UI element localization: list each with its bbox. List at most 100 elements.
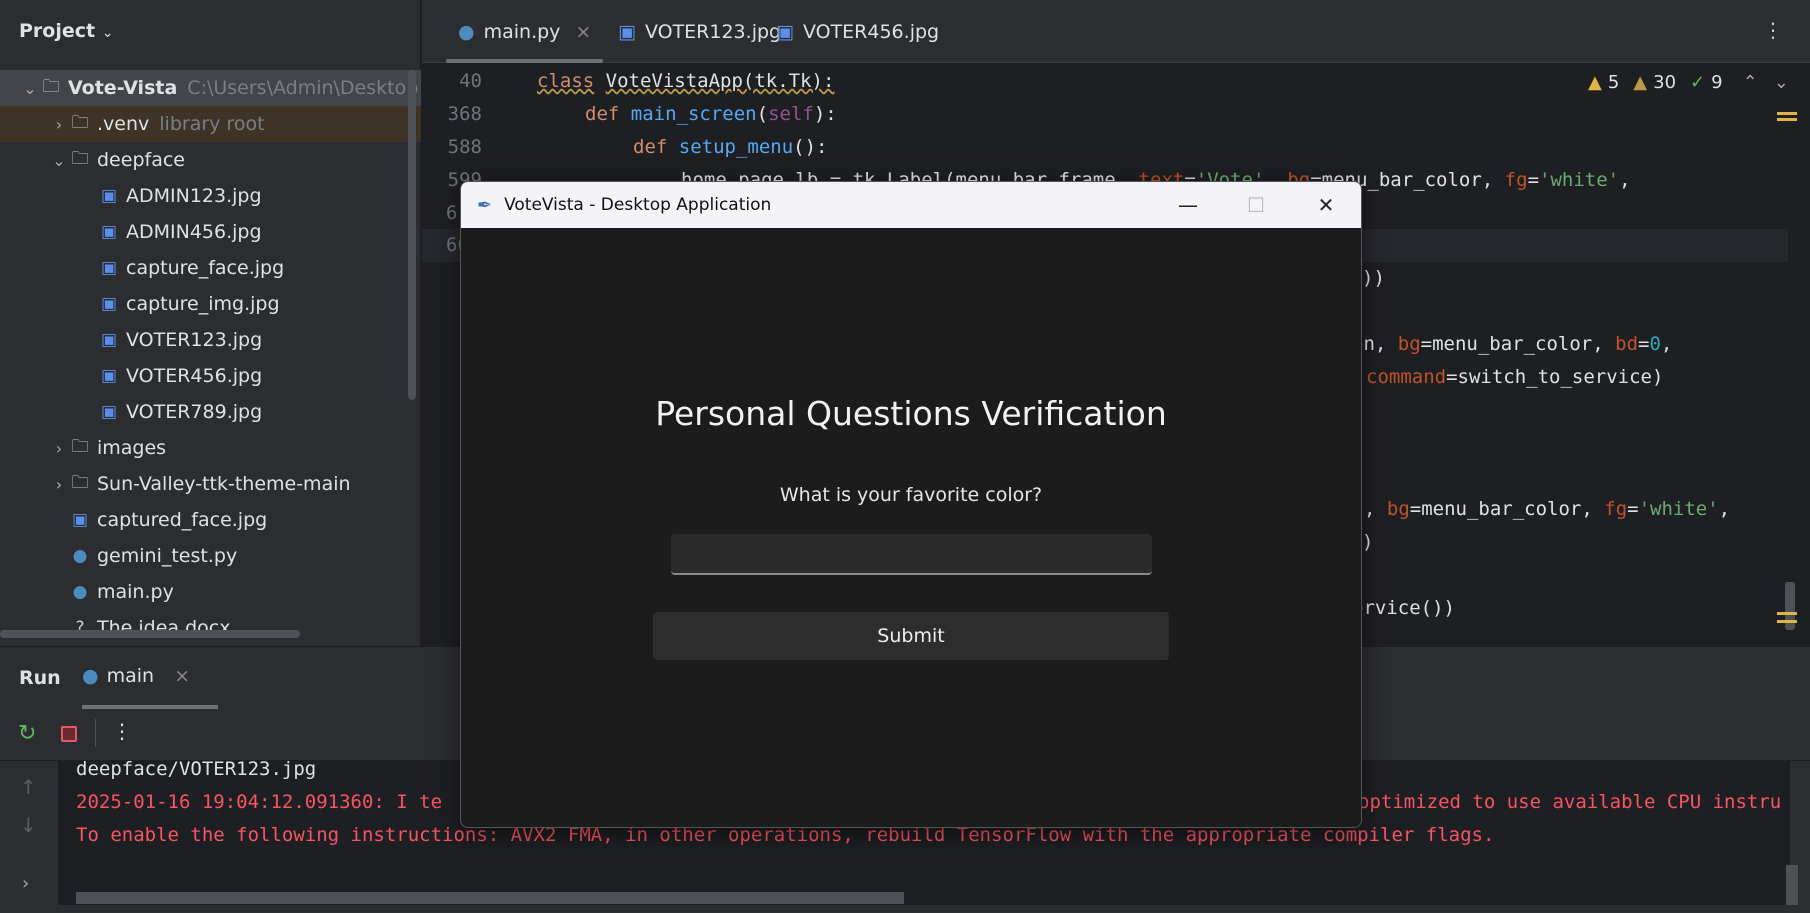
window-titlebar[interactable]: ✒ VoteVista - Desktop Application — ☐ ✕: [461, 182, 1361, 228]
run-tab-main[interactable]: ● main ×: [82, 647, 218, 709]
code-token: (: [756, 103, 769, 125]
tree-item[interactable]: ⌄ 🗀 Vote-Vista C:\Users\Admin\Desktop: [0, 70, 421, 106]
close-button[interactable]: ✕: [1291, 182, 1361, 228]
code-token: self: [768, 103, 814, 125]
weak-warning-icon: ▲: [1633, 72, 1648, 93]
code-fragment[interactable]: command=switch_to_service): [1366, 361, 1663, 394]
tree-item-hint: C:\Users\Admin\Desktop: [187, 77, 419, 99]
code-token: def: [633, 136, 668, 158]
chevron-down-icon[interactable]: ⌄: [49, 151, 69, 170]
chevron-right-icon[interactable]: ›: [49, 439, 69, 458]
console-line: optimized to use available CPU instru: [1358, 791, 1782, 813]
line-number: 40: [459, 70, 482, 92]
code-token: ,: [1718, 498, 1731, 520]
code-fragment[interactable]: , bg=menu_bar_color, fg='white',: [1364, 493, 1730, 526]
code-token: 0: [1649, 333, 1661, 355]
chevron-down-icon[interactable]: ⌄: [1774, 72, 1789, 93]
page-heading: Personal Questions Verification: [655, 394, 1167, 433]
line-number: 588: [447, 136, 482, 158]
image-icon: ▣: [71, 510, 89, 530]
minimize-button[interactable]: —: [1153, 182, 1223, 228]
tree-item-label: Sun-Valley-ttk-theme-main: [97, 473, 351, 495]
project-panel-title[interactable]: Project ⌄: [19, 20, 113, 42]
tree-item-label: ADMIN123.jpg: [126, 185, 262, 207]
arrow-down-icon[interactable]: ↓: [20, 813, 37, 837]
tree-item[interactable]: ▣ capture_face.jpg: [0, 250, 421, 286]
tree-item[interactable]: ▣ captured_face.jpg: [0, 502, 421, 538]
tree-item[interactable]: › 🗀 Sun-Valley-ttk-theme-main: [0, 466, 421, 502]
tree-item-label: Vote-Vista: [68, 77, 178, 99]
error-stripe-marker[interactable]: [1777, 112, 1797, 115]
code-line[interactable]: class VoteVistaApp(tk.Tk):: [537, 65, 834, 98]
tree-item[interactable]: › 🗀 .venv library root: [0, 106, 421, 142]
code-line[interactable]: def setup_menu():: [633, 131, 828, 164]
chevron-up-icon[interactable]: ⌃: [1743, 72, 1758, 93]
rerun-icon[interactable]: ↻: [18, 721, 36, 746]
code-fragment[interactable]: )): [1362, 262, 1385, 295]
code-token: bg: [1386, 498, 1410, 520]
tree-item[interactable]: ● gemini_test.py: [0, 538, 421, 574]
inspections-widget[interactable]: ▲ 5 ▲ 30 ✓ 9 ⌃ ⌄: [1588, 72, 1789, 93]
code-token: =: [1527, 169, 1540, 191]
code-line[interactable]: def main_screen(self):: [585, 98, 837, 131]
code-token: =menu_bar_color,: [1409, 498, 1605, 520]
tree-item[interactable]: ● main.py: [0, 574, 421, 610]
code-token: bg: [1397, 333, 1421, 355]
code-token: =menu_bar_color,: [1420, 333, 1616, 355]
error-stripe-marker[interactable]: [1777, 612, 1797, 615]
image-icon: ▣: [100, 258, 118, 278]
tree-item-label: captured_face.jpg: [97, 509, 268, 531]
code-token: ):: [813, 103, 837, 125]
code-fragment[interactable]: on, bg=menu_bar_color, bd=0,: [1352, 328, 1672, 361]
tree-item[interactable]: ▣ VOTER789.jpg: [0, 394, 421, 430]
window-title: VoteVista - Desktop Application: [504, 195, 772, 215]
console-vscrollbar[interactable]: [1786, 865, 1798, 905]
console-line: deepface/VOTER123.jpg: [76, 758, 317, 780]
chevron-right-icon[interactable]: ›: [49, 475, 69, 494]
tab-main-py[interactable]: ● main.py ×: [446, 0, 604, 63]
tree-item[interactable]: ▣ ADMIN123.jpg: [0, 178, 421, 214]
python-icon: ●: [458, 20, 475, 43]
expand-icon[interactable]: ›: [22, 873, 29, 894]
question-label: What is your favorite color?: [779, 484, 1043, 506]
tree-item[interactable]: ? The idea.docx: [0, 610, 421, 646]
editor-scrollbar[interactable]: [1785, 582, 1795, 630]
maximize-button[interactable]: ☐: [1221, 182, 1291, 228]
tab-label: VOTER456.jpg: [802, 20, 940, 43]
stop-icon[interactable]: [61, 726, 77, 742]
code-fragment[interactable]: ervice()): [1352, 592, 1455, 625]
more-icon[interactable]: ⋮: [1763, 18, 1783, 42]
project-panel: Project ⌄ ⌄ 🗀 Vote-Vista C:\Users\Admin\Des…: [0, 0, 421, 646]
tree-hscrollbar[interactable]: [0, 630, 300, 638]
tree-item-hint: library root: [159, 113, 265, 135]
typo-count: 9: [1711, 72, 1723, 93]
chevron-down-icon[interactable]: ⌄: [20, 79, 40, 98]
code-token: ():: [793, 136, 828, 158]
arrow-up-icon[interactable]: ↑: [20, 775, 37, 799]
chevron-right-icon[interactable]: ›: [49, 115, 69, 134]
image-icon: ▣: [100, 402, 118, 422]
typo-check-icon: ✓: [1690, 72, 1706, 93]
close-icon[interactable]: ×: [575, 21, 591, 43]
tree-item[interactable]: ▣ ADMIN456.jpg: [0, 214, 421, 250]
tree-item-label: images: [97, 437, 167, 459]
close-icon[interactable]: ×: [174, 665, 190, 687]
more-icon[interactable]: ⋮: [112, 719, 132, 743]
warning-icon: ▲: [1588, 72, 1602, 93]
code-token: VoteVistaApp(tk.Tk):: [605, 70, 835, 92]
tree-item[interactable]: ▣ capture_img.jpg: [0, 286, 421, 322]
tree-item[interactable]: › 🗀 images: [0, 430, 421, 466]
tree-item-label: capture_img.jpg: [126, 293, 280, 315]
tree-scrollbar[interactable]: [408, 70, 416, 400]
tab-voter456-jpg[interactable]: ▣ VOTER456.jpg: [764, 0, 951, 63]
tree-item-label: deepface: [97, 149, 185, 171]
code-fragment[interactable]: ): [1362, 526, 1373, 559]
tree-item[interactable]: ⌄ 🗀 deepface: [0, 142, 421, 178]
tree-item[interactable]: ▣ VOTER456.jpg: [0, 358, 421, 394]
tree-item-label: .venv: [97, 113, 150, 135]
tree-item-label: VOTER789.jpg: [126, 401, 263, 423]
submit-button[interactable]: Submit: [653, 612, 1169, 660]
console-hscrollbar[interactable]: [76, 892, 904, 904]
answer-input[interactable]: [671, 534, 1152, 575]
tree-item[interactable]: ▣ VOTER123.jpg: [0, 322, 421, 358]
